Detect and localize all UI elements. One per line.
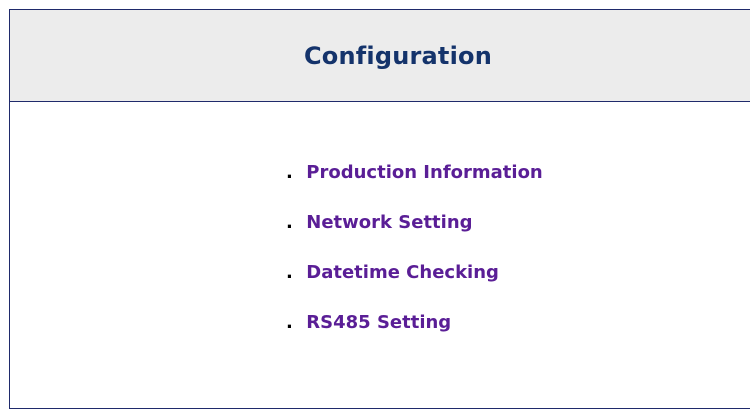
production-information-link[interactable]: Production Information [306,162,542,183]
menu-item-production-information: . Production Information [286,159,543,209]
config-panel: Configuration . Production Information .… [9,9,750,409]
bullet-marker: . [286,162,293,183]
bullet-marker: . [286,262,293,283]
panel-header: Configuration [10,10,750,102]
bullet-marker: . [286,312,293,333]
page-title: Configuration [303,41,493,70]
menu-item-network-setting: . Network Setting [286,209,543,259]
network-setting-link[interactable]: Network Setting [306,212,472,233]
menu-item-datetime-checking: . Datetime Checking [286,259,543,309]
bullet-marker: . [286,212,293,233]
datetime-checking-link[interactable]: Datetime Checking [306,262,499,283]
config-menu: . Production Information . Network Setti… [286,159,543,359]
rs485-setting-link[interactable]: RS485 Setting [306,312,451,333]
